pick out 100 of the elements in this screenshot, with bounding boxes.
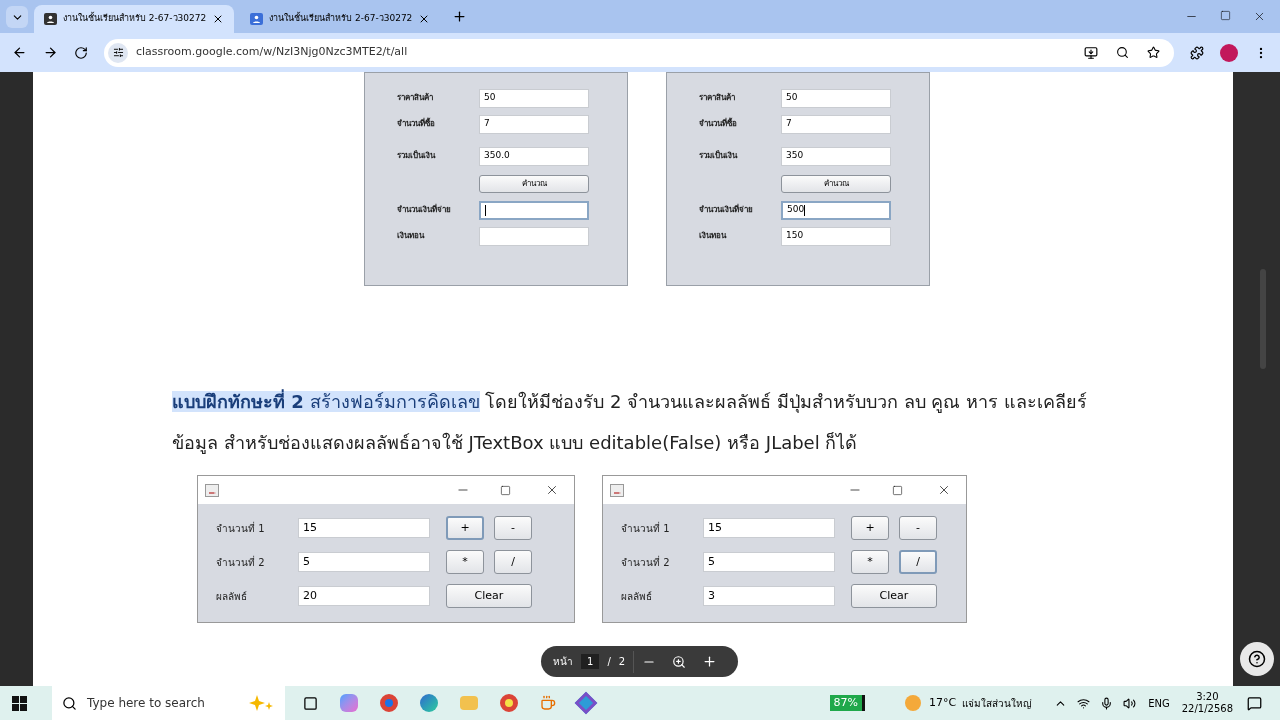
text-field[interactable] — [479, 226, 589, 246]
close-icon[interactable] — [1253, 10, 1266, 23]
extensions-icon[interactable] — [1190, 45, 1204, 60]
search-placeholder: Type here to search — [87, 695, 206, 712]
text-field[interactable]: 20 — [298, 586, 430, 606]
operator-button[interactable]: / — [494, 550, 532, 574]
profile-avatar[interactable] — [1220, 43, 1238, 62]
site-settings-icon[interactable] — [112, 47, 124, 58]
field-label: ราคาสินค้า — [699, 92, 736, 104]
operator-button[interactable]: - — [494, 516, 532, 540]
calculate-button[interactable]: คำนวณ — [781, 175, 891, 193]
text-field[interactable]: 50 — [479, 88, 589, 108]
operator-button[interactable]: - — [899, 516, 937, 540]
calculate-button[interactable]: คำนวณ — [479, 175, 589, 193]
text-field[interactable]: 350.0 — [479, 146, 589, 166]
text-field[interactable]: 15 — [703, 518, 835, 538]
field-value: 50 — [484, 91, 496, 105]
text-field[interactable]: 7 — [781, 114, 891, 134]
language-indicator[interactable]: ENG — [1148, 695, 1170, 711]
field-value: 7 — [786, 117, 792, 131]
maximize-icon[interactable] — [1220, 10, 1231, 21]
field-label: รวมเป็นเงิน — [397, 150, 437, 162]
close-icon[interactable] — [937, 483, 951, 497]
zoom-in-icon[interactable] — [702, 654, 718, 669]
maximize-icon[interactable] — [892, 484, 903, 496]
field-label: จำนวนเงินที่จ่าย — [699, 204, 754, 216]
field-label: จำนวนที่ซื้อ — [699, 118, 738, 130]
text-field[interactable]: 150 — [781, 226, 891, 246]
operator-button[interactable]: * — [446, 550, 484, 574]
microphone-icon[interactable] — [1100, 696, 1114, 710]
text-field[interactable] — [479, 200, 589, 220]
operator-button[interactable]: + — [851, 516, 889, 540]
browser-tab[interactable]: งานในชั้นเรียนสำหรับ 2-67-ว30272 — [240, 5, 441, 33]
page-number-field[interactable]: 1 — [581, 654, 600, 669]
field-label: จำนวนที่ 2 — [216, 554, 266, 570]
new-tab-icon[interactable] — [452, 9, 468, 24]
field-label: จำนวนที่ 1 — [621, 520, 671, 536]
zoom-icon[interactable] — [672, 654, 687, 669]
volume-icon[interactable] — [1123, 696, 1137, 710]
field-value: 150 — [786, 229, 804, 243]
task-view-icon[interactable] — [303, 695, 318, 711]
field-value: 350 — [786, 149, 804, 163]
text-field[interactable]: 7 — [479, 114, 589, 134]
close-icon[interactable] — [545, 483, 559, 497]
classroom-icon — [250, 13, 264, 25]
temperature: 17°C — [928, 694, 957, 711]
tab-list-button[interactable] — [6, 6, 28, 28]
text-field[interactable]: 5 — [703, 552, 835, 572]
install-icon[interactable] — [1084, 45, 1098, 60]
field-label: ผลลัพธ์ — [621, 589, 653, 604]
clock-date: 22/1/2568 — [1181, 703, 1233, 715]
maximize-icon[interactable] — [500, 484, 511, 496]
field-label: รวมเป็นเงิน — [699, 150, 739, 162]
address-bar[interactable]: classroom.google.com/w/NzI3Njg0Nzc3MTE2/t/all — [104, 38, 1174, 67]
back-icon[interactable] — [12, 45, 27, 60]
operator-button[interactable]: * — [851, 550, 889, 574]
operator-button[interactable]: Clear — [446, 584, 532, 608]
page-label: หน้า — [553, 655, 573, 669]
reload-icon[interactable] — [74, 45, 88, 60]
field-value: 350.0 — [484, 149, 510, 163]
url-text: classroom.google.com/w/NzI3Njg0Nzc3MTE2/t/all — [136, 44, 408, 61]
page-total: 2 — [618, 655, 626, 669]
field-value: 50 — [786, 91, 798, 105]
text-field[interactable]: 350 — [781, 146, 891, 166]
browser-tab[interactable]: งานในชั้นเรียนสำหรับ 2-67-ว30272 — [34, 5, 235, 33]
field-label: ผลลัพธ์ — [216, 589, 248, 604]
wifi-icon[interactable] — [1077, 696, 1091, 710]
bookmark-icon[interactable] — [1147, 46, 1160, 59]
text-field[interactable]: 3 — [703, 586, 835, 606]
exercise-paragraph: แบบฝึกทักษะที่ 2 สร้างฟอร์มการคิดเลข โดยให้มีช่องรับ 2 จำนวนและผลลัพธ์ มีปุ่มสำหรับบวก ลบ คูณ หาร และเคลียร์ข้อมูล สำหรับช่องแสดงผลลัพธ์อาจใช้ JTextBox แบบ editable(False) หรือ JLabel ก็ได้ — [172, 388, 1088, 456]
text-field[interactable]: 15 — [298, 518, 430, 538]
page-separator: / — [607, 655, 611, 669]
text-cursor — [804, 204, 806, 216]
field-value: 7 — [484, 117, 490, 131]
field-label: ราคาสินค้า — [397, 92, 434, 104]
windows-start-icon[interactable] — [12, 695, 27, 711]
tab-title: งานในชั้นเรียนสำหรับ 2-67-ว30272 — [63, 12, 207, 26]
search-field[interactable]: Type here to search — [52, 686, 285, 720]
text-field[interactable]: 5 — [298, 552, 430, 572]
text-field[interactable]: 500 — [781, 200, 891, 220]
field-label: จำนวนเงินที่จ่าย — [397, 204, 452, 216]
notifications-icon[interactable] — [1247, 695, 1262, 711]
operator-button[interactable]: + — [446, 516, 484, 540]
zoom-icon[interactable] — [1116, 46, 1129, 59]
classroom-icon — [44, 13, 57, 25]
field-label: จำนวนที่ 1 — [216, 520, 266, 536]
text-field[interactable]: 50 — [781, 88, 891, 108]
search-icon — [62, 695, 77, 711]
forward-icon[interactable] — [43, 45, 58, 60]
operator-button[interactable]: Clear — [851, 584, 937, 608]
tab-title: งานในชั้นเรียนสำหรับ 2-67-ว30272 — [269, 12, 413, 26]
help-icon — [1247, 650, 1266, 668]
field-label: จำนวนที่ 2 — [621, 554, 671, 570]
clock-time: 3:20 — [1196, 691, 1219, 703]
field-label: จำนวนที่ซื้อ — [397, 118, 436, 130]
help-button[interactable] — [1239, 642, 1274, 676]
operator-button[interactable]: / — [899, 550, 937, 574]
field-label: เงินทอน — [699, 230, 728, 242]
field-label: เงินทอน — [397, 230, 426, 242]
field-value: 500 — [787, 203, 805, 217]
